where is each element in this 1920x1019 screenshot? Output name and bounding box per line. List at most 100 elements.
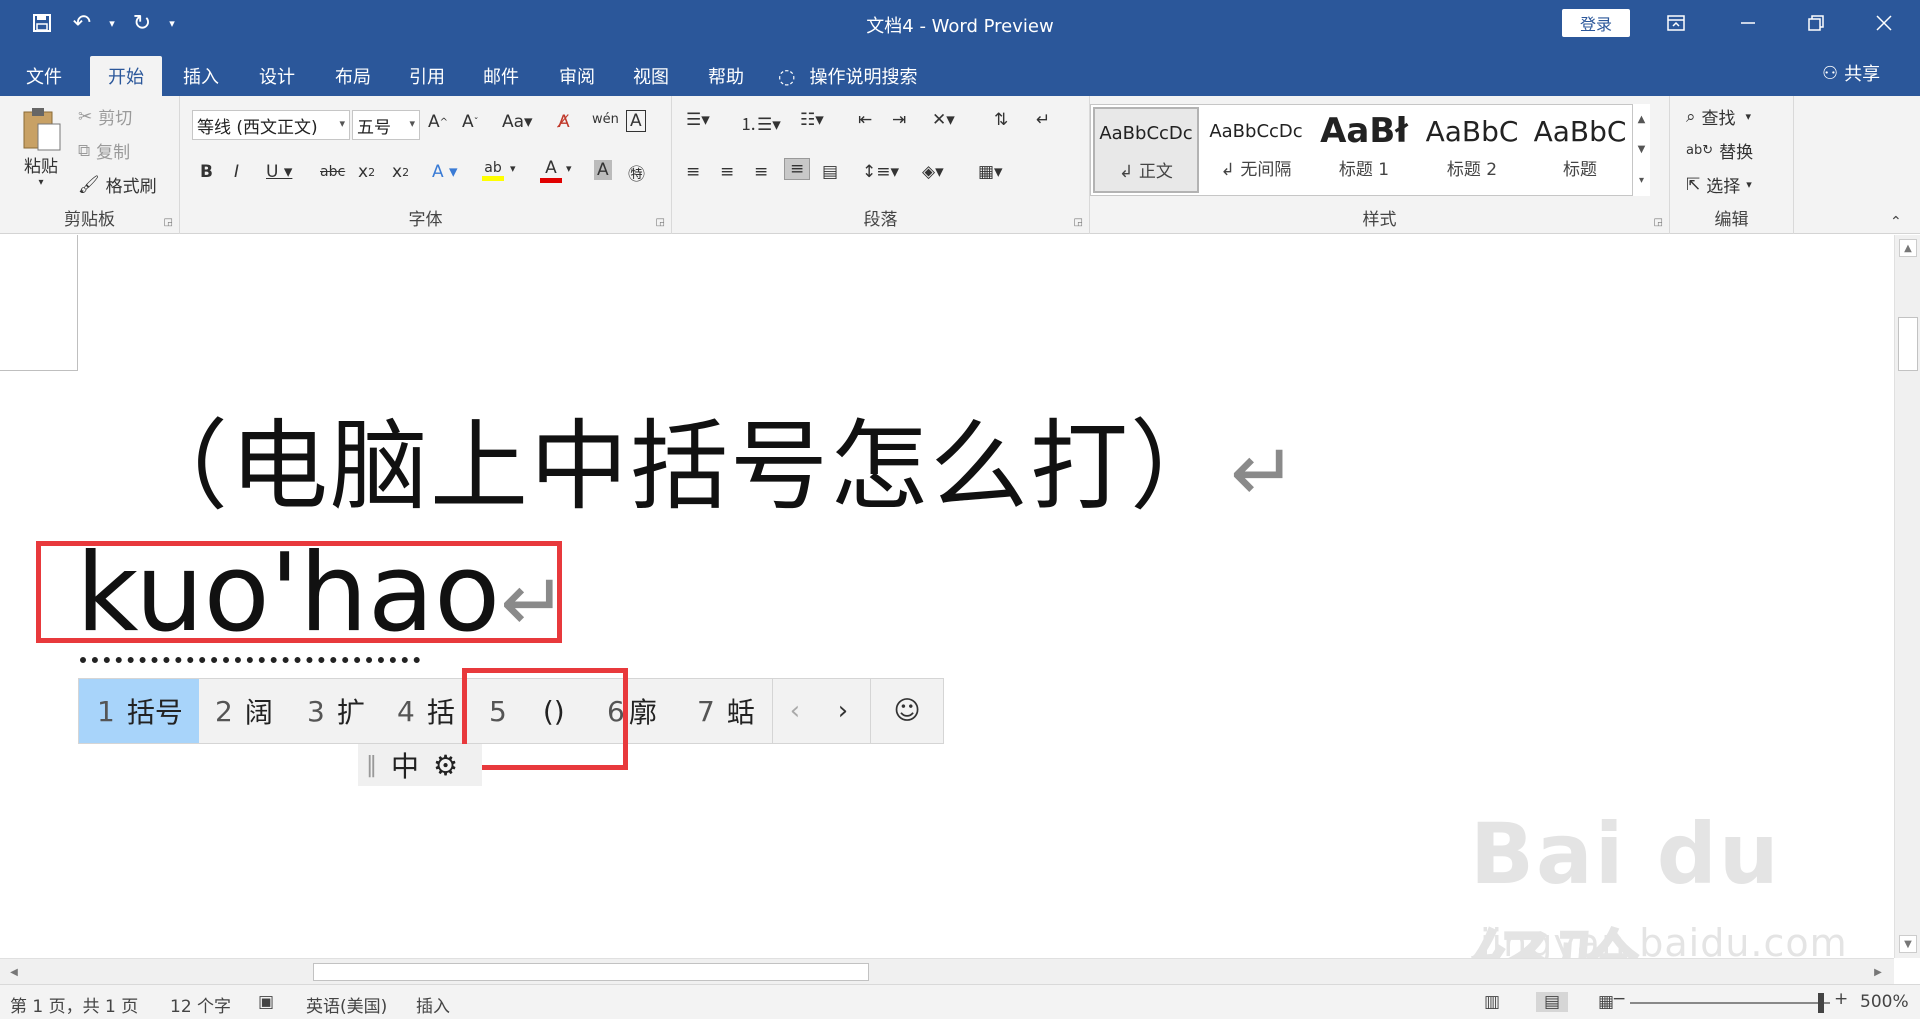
- font-color-icon[interactable]: A: [540, 158, 562, 183]
- tab-review[interactable]: 审阅: [544, 56, 610, 96]
- vertical-scroll-thumb[interactable]: [1898, 317, 1918, 371]
- enclose-characters-icon[interactable]: ㊕: [628, 160, 645, 185]
- clear-formatting-icon[interactable]: A̸: [558, 112, 570, 132]
- tell-me-search[interactable]: ◌ 操作说明搜索: [778, 56, 958, 96]
- character-shading-icon[interactable]: A: [594, 160, 612, 180]
- subscript-icon[interactable]: x2: [358, 162, 375, 182]
- collapse-ribbon-icon[interactable]: ⌃: [1890, 214, 1902, 230]
- select-button[interactable]: ⇱ 选择 ▾: [1686, 172, 1752, 198]
- tab-layout[interactable]: 布局: [320, 56, 386, 96]
- scroll-down-icon[interactable]: ▼: [1899, 935, 1917, 953]
- chinese-layout-icon[interactable]: ✕▾: [932, 110, 955, 130]
- gear-icon[interactable]: ⚙: [433, 749, 458, 782]
- grow-font-icon[interactable]: A ^: [428, 112, 448, 132]
- character-border-icon[interactable]: A: [626, 110, 646, 132]
- copy-button[interactable]: ⧉ 复制: [78, 138, 130, 164]
- document-canvas[interactable]: （电脑上中括号怎么打）↵ kuo'hao↵ Bai du 经验 jingyan.…: [0, 235, 1894, 958]
- show-formatting-icon[interactable]: ↵: [1036, 110, 1050, 130]
- login-button[interactable]: 登录: [1562, 9, 1630, 37]
- page-count[interactable]: 第 1 页，共 1 页: [10, 992, 138, 1017]
- shading-icon[interactable]: ◈▾: [922, 162, 944, 182]
- chevron-right-icon[interactable]: ›: [821, 679, 865, 743]
- highlight-dropdown-icon[interactable]: ▾: [510, 162, 516, 175]
- distributed-icon[interactable]: ▤: [822, 162, 838, 182]
- print-layout-icon[interactable]: ▤: [1536, 992, 1569, 1012]
- text-effects-icon[interactable]: A ▾: [432, 162, 458, 182]
- document-heading[interactable]: （电脑上中括号怎么打）↵: [130, 387, 1299, 529]
- restore-icon[interactable]: [1796, 8, 1836, 38]
- chevron-left-icon[interactable]: ‹: [773, 679, 817, 743]
- font-family-combo[interactable]: 等线 (西文正文) ▾: [192, 110, 350, 140]
- paste-button[interactable]: 粘贴 ▾: [20, 106, 62, 188]
- borders-icon[interactable]: ▦▾: [978, 162, 1003, 182]
- tab-mailings[interactable]: 邮件: [468, 56, 534, 96]
- underline-icon[interactable]: U ▾: [266, 162, 292, 182]
- ime-candidate[interactable]: 7蛞: [697, 679, 777, 743]
- align-right-icon[interactable]: ≡: [754, 162, 768, 182]
- drag-handle-icon[interactable]: ‖: [366, 753, 377, 778]
- zoom-slider-thumb[interactable]: [1818, 993, 1824, 1013]
- italic-icon[interactable]: I: [234, 162, 239, 182]
- replace-button[interactable]: ab↻ 替换: [1686, 138, 1753, 163]
- line-spacing-icon[interactable]: ↕≡▾: [862, 162, 899, 182]
- read-mode-icon[interactable]: ▥: [1484, 992, 1500, 1012]
- close-icon[interactable]: [1864, 8, 1904, 38]
- align-center-icon[interactable]: ≡: [720, 162, 734, 182]
- multilevel-list-icon[interactable]: ☷▾: [800, 110, 824, 130]
- bullets-icon[interactable]: ☰▾: [686, 110, 710, 130]
- tab-references[interactable]: 引用: [394, 56, 460, 96]
- zoom-in-icon[interactable]: +: [1834, 989, 1848, 1009]
- share-button[interactable]: ⚇ 共享: [1822, 60, 1880, 86]
- ribbon-display-icon[interactable]: [1656, 8, 1696, 38]
- numbering-icon[interactable]: ⒈☰▾: [740, 110, 781, 135]
- bold-icon[interactable]: B: [200, 162, 213, 182]
- vertical-scrollbar[interactable]: ▲ ▼: [1894, 235, 1920, 958]
- increase-indent-icon[interactable]: ⇥: [892, 110, 906, 130]
- ime-candidate[interactable]: 2阔: [215, 679, 295, 743]
- proofing-icon[interactable]: ▣: [258, 992, 274, 1012]
- ime-mode-toggle[interactable]: 中: [391, 745, 419, 785]
- zoom-slider[interactable]: [1630, 1002, 1830, 1004]
- scroll-up-icon[interactable]: ▲: [1899, 239, 1917, 257]
- zoom-out-icon[interactable]: −: [1612, 989, 1626, 1009]
- sort-icon[interactable]: ⇅: [994, 110, 1008, 130]
- tab-design[interactable]: 设计: [244, 56, 310, 96]
- font-size-combo[interactable]: 五号 ▾: [352, 110, 420, 140]
- chevron-down-icon: ▾: [409, 117, 415, 130]
- cut-button[interactable]: ✂ 剪切: [78, 104, 133, 130]
- dialog-launcher-icon[interactable]: ◲: [656, 217, 665, 228]
- format-painter-button[interactable]: 🖌 格式刷: [78, 172, 157, 198]
- horizontal-scrollbar[interactable]: ◀ ▶: [0, 958, 1894, 984]
- tab-help[interactable]: 帮助: [692, 56, 760, 96]
- dialog-launcher-icon[interactable]: ◲: [1074, 217, 1083, 228]
- decrease-indent-icon[interactable]: ⇤: [858, 110, 872, 130]
- dialog-launcher-icon[interactable]: ◲: [164, 217, 173, 228]
- align-left-icon[interactable]: ≡: [686, 162, 700, 182]
- highlight-color-icon[interactable]: ab: [482, 160, 504, 181]
- language-indicator[interactable]: 英语(美国): [306, 992, 387, 1017]
- word-count[interactable]: 12 个字: [170, 992, 231, 1017]
- ime-candidate[interactable]: 1 括号: [79, 679, 199, 743]
- change-case-icon[interactable]: Aa▾: [502, 112, 533, 132]
- horizontal-scroll-thumb[interactable]: [313, 963, 869, 981]
- tab-file[interactable]: 文件: [12, 56, 76, 96]
- emoji-icon[interactable]: ☺: [871, 679, 943, 743]
- insert-mode[interactable]: 插入: [416, 992, 450, 1017]
- scroll-right-icon[interactable]: ▶: [1868, 962, 1888, 982]
- strikethrough-icon[interactable]: abc: [320, 164, 345, 180]
- scroll-left-icon[interactable]: ◀: [4, 962, 24, 982]
- zoom-level[interactable]: 500%: [1860, 992, 1909, 1012]
- font-color-dropdown-icon[interactable]: ▾: [566, 162, 572, 175]
- shrink-font-icon[interactable]: Aˇ: [462, 112, 479, 132]
- tab-home[interactable]: 开始: [90, 56, 162, 96]
- ime-candidate[interactable]: 3扩: [307, 679, 387, 743]
- cut-label: 剪切: [98, 109, 133, 129]
- superscript-icon[interactable]: x2: [392, 162, 409, 182]
- justify-icon[interactable]: ≡: [784, 158, 811, 180]
- minimize-icon[interactable]: [1728, 8, 1768, 38]
- tab-insert[interactable]: 插入: [168, 56, 234, 96]
- find-button[interactable]: ⌕ 查找 ▾: [1686, 104, 1751, 130]
- dialog-launcher-icon[interactable]: ◲: [1654, 217, 1663, 228]
- phonetic-guide-icon[interactable]: wén: [592, 112, 619, 127]
- tab-view[interactable]: 视图: [618, 56, 684, 96]
